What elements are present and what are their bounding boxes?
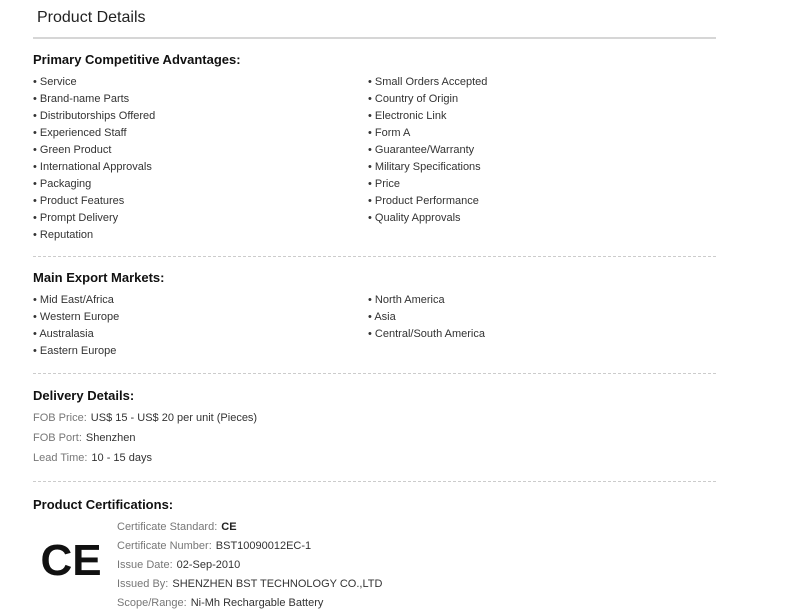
advantage-item: Packaging [33,176,155,193]
markets-left-column: Mid East/AfricaWestern EuropeAustralasia… [33,292,119,360]
advantage-item: Price [368,176,487,193]
page-title: Product Details [37,9,146,26]
markets-left-list: Mid East/AfricaWestern EuropeAustralasia… [33,292,119,360]
cert-standard-value: CE [221,521,237,533]
cert-issue-date-value: 02-Sep-2010 [176,559,241,571]
advantage-item: Military Specifications [368,159,487,176]
market-item: Mid East/Africa [33,292,119,309]
advantage-item: Experienced Staff [33,125,155,142]
advantage-item: Reputation [33,227,155,244]
cert-scope-value: Ni-Mh Rechargable Battery [190,597,324,609]
advantage-item: Guarantee/Warranty [368,142,487,159]
cert-standard-row: Certificate Standard: CE [117,518,382,537]
ce-mark-text: CE [41,536,101,585]
lead-time-row: Lead Time: 10 - 15 days [33,448,257,468]
cert-issued-by-row: Issued By: SHENZHEN BST TECHNOLOGY CO.,LT… [117,575,382,594]
certifications-title: Product Certifications: [33,497,174,512]
advantages-left-list: ServiceBrand-name PartsDistributorships … [33,74,155,244]
cert-number-label: Certificate Number: [117,540,212,552]
advantage-item: Brand-name Parts [33,91,155,108]
fob-price-value: US$ 15 - US$ 20 per unit (Pieces) [90,412,258,424]
delivery-details-list: FOB Price: US$ 15 - US$ 20 per unit (Piec… [33,408,257,468]
market-item: North America [368,292,485,309]
market-item: Australasia [33,326,119,343]
cert-scope-row: Scope/Range: Ni-Mh Rechargable Battery [117,594,382,613]
advantage-item: Country of Origin [368,91,487,108]
fob-price-label: FOB Price: [33,412,87,424]
markets-section: Main Export Markets: Mid East/AfricaWest… [33,270,716,374]
cert-issue-date-row: Issue Date: 02-Sep-2010 [117,556,382,575]
certificate-details: Certificate Standard: CE Certificate Numb… [117,518,382,613]
markets-right-list: North AmericaAsiaCentral/South America [368,292,485,343]
market-item: Asia [368,309,485,326]
product-details-header: Product Details [33,0,716,39]
markets-title: Main Export Markets: [33,270,165,285]
lead-time-value: 10 - 15 days [91,452,152,464]
delivery-section: Delivery Details: FOB Price: US$ 15 - US$… [33,388,716,482]
fob-port-label: FOB Port: [33,432,82,444]
cert-scope-label: Scope/Range: [117,597,187,609]
delivery-title: Delivery Details: [33,388,135,403]
lead-time-label: Lead Time: [33,452,88,464]
advantage-item: Form A [368,125,487,142]
advantages-right-list: Small Orders AcceptedCountry of OriginEl… [368,74,488,227]
advantage-item: Quality Approvals [368,210,487,227]
market-item: Central/South America [368,326,485,343]
cert-issued-by-label: Issued By: [117,578,169,590]
market-item: Western Europe [33,309,119,326]
advantage-item: Prompt Delivery [33,210,155,227]
advantage-item: Green Product [33,142,155,159]
cert-issue-date-label: Issue Date: [117,559,173,571]
advantage-item: Product Features [33,193,155,210]
advantage-item: Small Orders Accepted [368,74,488,91]
advantage-item: Service [33,74,155,91]
ce-mark-icon: CE [41,536,101,585]
fob-price-row: FOB Price: US$ 15 - US$ 20 per unit (Piec… [33,408,257,428]
markets-right-column: North AmericaAsiaCentral/South America [368,292,485,343]
certifications-section: Product Certifications: CE Certificate S… [33,497,716,614]
advantage-item: Product Performance [368,193,487,210]
cert-standard-label: Certificate Standard: [117,521,218,533]
advantages-section: Primary Competitive Advantages: ServiceB… [33,52,716,257]
advantage-item: International Approvals [33,159,155,176]
cert-number-row: Certificate Number: BST10090012EC-1 [117,537,382,556]
advantages-title: Primary Competitive Advantages: [33,52,241,67]
fob-port-row: FOB Port: Shenzhen [33,428,257,448]
cert-issued-by-value: SHENZHEN BST TECHNOLOGY CO.,LTD [172,578,383,590]
advantage-item: Electronic Link [368,108,487,125]
advantages-right-column: Small Orders AcceptedCountry of OriginEl… [368,74,488,227]
fob-port-value: Shenzhen [85,432,136,444]
market-item: Eastern Europe [33,343,119,360]
cert-number-value: BST10090012EC-1 [215,540,312,552]
advantages-left-column: ServiceBrand-name PartsDistributorships … [33,74,155,244]
advantage-item: Distributorships Offered [33,108,155,125]
